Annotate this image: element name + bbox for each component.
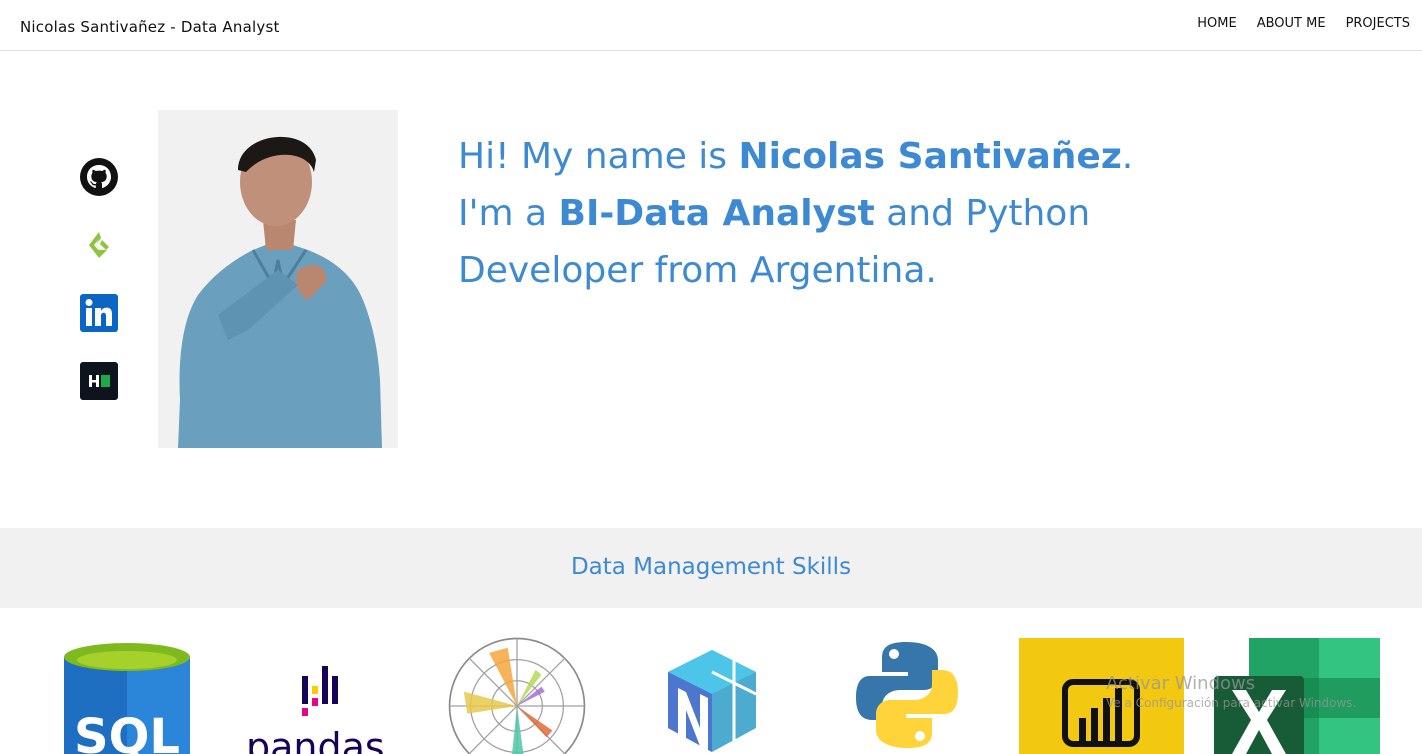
sql-icon: SQL — [64, 643, 190, 754]
skills-band: Data Management Skills — [0, 528, 1422, 608]
social-links — [80, 158, 118, 430]
watermark-subtitle: Ve a Configuración para activar Windows. — [1106, 696, 1357, 710]
intro-text-2: . — [1121, 136, 1134, 177]
python-icon — [854, 640, 960, 750]
nav-links: HOME ABOUT ME PROJECTS — [1197, 16, 1410, 31]
nav-home-link[interactable]: HOME — [1197, 16, 1236, 31]
sql-text: SQL — [74, 709, 180, 754]
linkedin-icon[interactable] — [80, 294, 118, 332]
skills-title: Data Management Skills — [570, 554, 852, 580]
pandas-text: pandas — [246, 725, 385, 754]
site-brand[interactable]: Nicolas Santivañez - Data Analyst — [20, 18, 280, 36]
intro-text-3: I'm a — [458, 193, 559, 234]
intro-text-1: Hi! My name is — [458, 136, 739, 177]
intro-text-4: and Python — [874, 193, 1091, 234]
profile-photo — [158, 110, 398, 448]
intro-text-5: Developer from Argentina. — [458, 250, 937, 291]
intro-role: BI-Data Analyst — [558, 193, 875, 234]
nav-projects-link[interactable]: PROJECTS — [1346, 16, 1410, 31]
windows-activation-watermark: Activar Windows Ve a Configuración para … — [1106, 673, 1356, 710]
github-icon[interactable] — [80, 158, 118, 196]
numpy-icon — [664, 648, 760, 754]
navbar: Nicolas Santivañez - Data Analyst HOME A… — [0, 0, 1422, 51]
pandas-icon: pandas — [244, 664, 404, 754]
intro-name: Nicolas Santivañez — [738, 136, 1122, 177]
matplotlib-icon — [434, 636, 600, 754]
nav-about-link[interactable]: ABOUT ME — [1257, 16, 1326, 31]
watermark-title: Activar Windows — [1106, 673, 1256, 694]
intro-heading: Hi! My name is Nicolas Santivañez. I'm a… — [458, 128, 1218, 299]
hackerrank-icon[interactable] — [80, 362, 118, 400]
kaggle-icon[interactable] — [80, 226, 118, 264]
